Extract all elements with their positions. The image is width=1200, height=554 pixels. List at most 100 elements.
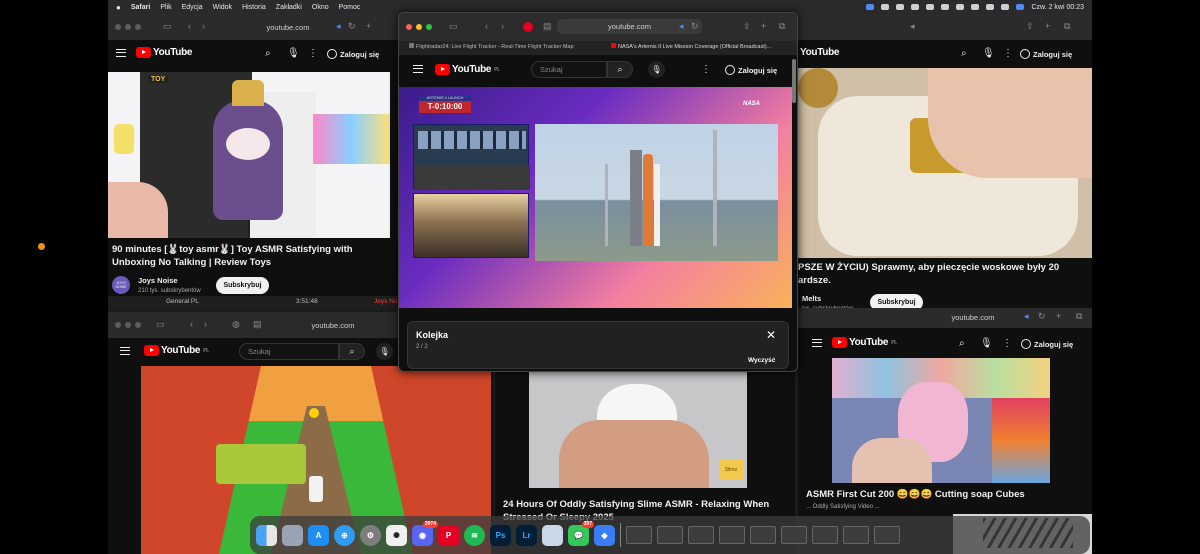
youtube-logo[interactable]: YouTube PL xyxy=(832,337,897,348)
tabs-icon[interactable]: ⧉ xyxy=(779,21,785,32)
mic-button[interactable]: 🎙 xyxy=(376,343,393,360)
launchpad-icon[interactable] xyxy=(282,524,303,546)
scrollbar[interactable] xyxy=(792,59,796,103)
minimized-window-3[interactable] xyxy=(688,526,714,544)
minimized-window-4[interactable] xyxy=(719,526,745,544)
video-player[interactable]: Slime xyxy=(529,370,747,488)
reload-icon[interactable]: ↻ xyxy=(1038,311,1046,322)
apple-icon[interactable]: ● xyxy=(116,3,121,12)
bluetooth-icon[interactable] xyxy=(941,4,950,10)
clear-queue-button[interactable]: Wyczyść xyxy=(748,357,775,364)
search-icon[interactable]: ⌕ xyxy=(959,338,965,349)
window-controls[interactable] xyxy=(115,24,141,30)
zoom-icon[interactable] xyxy=(426,24,432,30)
menu-view[interactable]: Widok xyxy=(213,4,232,11)
audio-icon[interactable]: ◂ xyxy=(679,21,684,32)
siri-icon[interactable] xyxy=(1016,4,1025,10)
subscribe-button[interactable]: Subskrybuj xyxy=(216,277,269,294)
search-button[interactable]: ⌕ xyxy=(607,61,633,78)
mic-button[interactable]: 🎙 xyxy=(648,61,665,78)
menu-window[interactable]: Okno xyxy=(312,4,329,11)
menu-edit[interactable]: Edycja xyxy=(182,4,203,11)
minimized-window-1[interactable] xyxy=(626,526,652,544)
tabs-icon[interactable]: ⧉ xyxy=(1064,21,1070,32)
sign-in-button[interactable]: Zaloguj się xyxy=(725,63,777,77)
safari-icon[interactable]: ⊕ xyxy=(334,524,355,546)
channel-avatar[interactable]: JOYS NOISE xyxy=(112,276,130,294)
page-icon[interactable]: ▤ xyxy=(543,21,552,32)
search-input[interactable]: Szukaj xyxy=(239,343,339,360)
new-tab-icon[interactable]: + xyxy=(366,21,371,31)
audio-icon[interactable]: ◂ xyxy=(1024,311,1029,322)
sidebar-icon[interactable]: ▭ xyxy=(156,319,165,330)
clock[interactable]: Czw. 2 kwi 00:23 xyxy=(1031,4,1084,11)
minimized-window-7[interactable] xyxy=(812,526,838,544)
reload-icon[interactable]: ↻ xyxy=(348,21,356,32)
search-icon[interactable] xyxy=(986,4,995,10)
menu-icon[interactable] xyxy=(413,65,423,73)
sidebar-icon[interactable]: ▭ xyxy=(163,21,172,32)
menu-icon[interactable] xyxy=(812,339,822,347)
more-icon[interactable]: ⋮ xyxy=(701,64,711,75)
menu-icon[interactable] xyxy=(120,347,130,355)
minimize-icon[interactable] xyxy=(416,24,422,30)
forward-icon[interactable]: › xyxy=(501,21,504,31)
address-bar[interactable]: youtube.com xyxy=(288,318,378,333)
share-icon[interactable]: ⇪ xyxy=(1026,21,1034,32)
privacy-icon[interactable]: ◍ xyxy=(232,319,240,330)
pinterest-icon[interactable]: P xyxy=(438,524,459,546)
menu-history[interactable]: Historia xyxy=(242,4,266,11)
mic-icon[interactable]: 🎙 xyxy=(980,338,993,349)
window-controls[interactable] xyxy=(406,24,432,30)
menu-bookmarks[interactable]: Zakładki xyxy=(276,4,302,11)
back-icon[interactable]: ‹ xyxy=(485,21,488,31)
channel-name[interactable]: Melts xyxy=(802,294,821,303)
channel-name[interactable]: Joys Noise xyxy=(138,276,178,285)
minimized-window-6[interactable] xyxy=(781,526,807,544)
camera-icon[interactable] xyxy=(881,4,890,10)
close-queue-button[interactable]: ✕ xyxy=(766,328,776,342)
play-icon[interactable] xyxy=(926,4,935,10)
search-icon[interactable]: ⌕ xyxy=(961,48,967,59)
video-player[interactable]: ARTEMIS II LAUNCH T-0:10:00 NASA xyxy=(399,87,792,308)
menu-help[interactable]: Pomoc xyxy=(339,4,361,11)
battery-icon[interactable] xyxy=(956,4,965,10)
forward-icon[interactable]: › xyxy=(204,319,207,329)
pinterest-icon[interactable] xyxy=(523,22,533,32)
youtube-logo[interactable]: YouTube PL xyxy=(435,64,500,75)
new-tab-icon[interactable]: + xyxy=(1056,311,1061,321)
reload-icon[interactable]: ↻ xyxy=(691,21,699,32)
menu-file[interactable]: Plik xyxy=(160,4,171,11)
minimized-window-2[interactable] xyxy=(657,526,683,544)
roblox-icon[interactable]: ◆ xyxy=(594,524,615,546)
screen-record-icon[interactable] xyxy=(866,4,875,10)
new-tab-icon[interactable]: + xyxy=(761,21,766,31)
cloud-icon[interactable] xyxy=(896,4,905,10)
youtube-logo[interactable]: YouTube xyxy=(800,47,840,58)
wifi-icon[interactable] xyxy=(971,4,980,10)
preview-icon[interactable] xyxy=(542,524,563,546)
back-icon[interactable]: ‹ xyxy=(190,319,193,329)
search-icon[interactable]: ⌕ xyxy=(265,48,271,59)
spotify-icon[interactable]: ≋ xyxy=(464,524,485,546)
settings-icon[interactable]: ⚙ xyxy=(360,524,381,546)
sign-in-button[interactable]: Zaloguj się xyxy=(327,47,379,61)
video-player[interactable] xyxy=(798,68,1092,258)
search-input[interactable]: Szukaj xyxy=(531,61,607,78)
minimized-window-5[interactable] xyxy=(750,526,776,544)
tabs-icon[interactable]: ⧉ xyxy=(1076,311,1082,322)
finder-icon[interactable] xyxy=(256,524,277,546)
forward-icon[interactable]: › xyxy=(202,21,205,31)
window-controls[interactable] xyxy=(115,322,141,328)
control-center-icon[interactable] xyxy=(1001,4,1010,10)
search-button[interactable]: ⌕ xyxy=(339,343,365,360)
chatgpt-icon[interactable]: ✺ xyxy=(386,524,407,546)
video-player[interactable]: TOY xyxy=(108,72,390,238)
mic-icon[interactable]: 🎙 xyxy=(287,48,300,59)
tab-nasa[interactable]: NASA's Artemis II Live Mission Coverage … xyxy=(611,43,797,54)
close-icon[interactable] xyxy=(406,24,412,30)
messages-icon[interactable]: 💬 397 xyxy=(568,520,594,546)
menu-icon[interactable] xyxy=(116,49,126,57)
more-icon[interactable]: ⋮ xyxy=(1002,338,1012,349)
compass-icon[interactable] xyxy=(911,4,920,10)
